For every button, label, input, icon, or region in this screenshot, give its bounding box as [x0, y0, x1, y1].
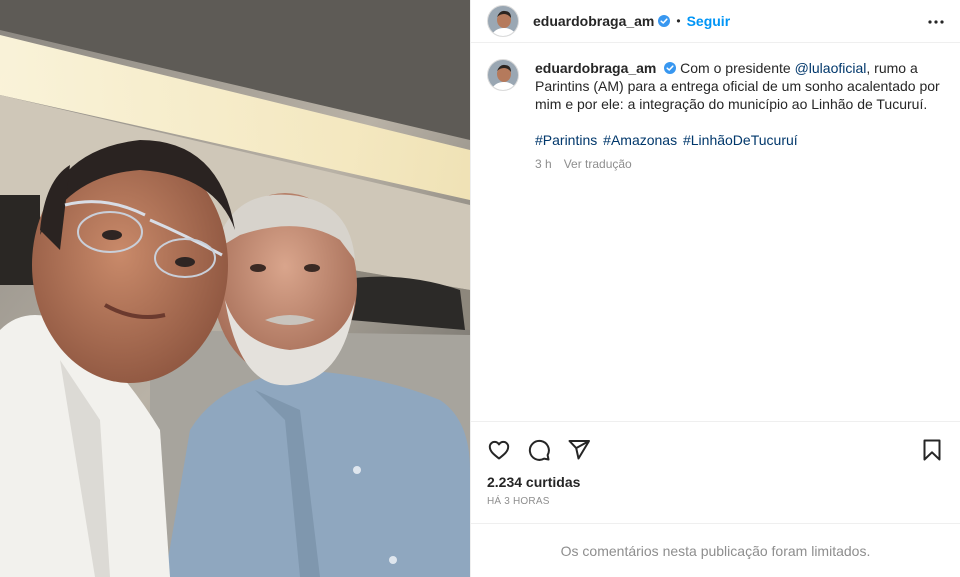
comments-limited-notice: Os comentários nesta publicação foram li… — [471, 523, 960, 577]
avatar-image — [488, 6, 518, 36]
caption-text: eduardobraga_am Com o presidente @lulaof… — [535, 59, 944, 113]
translate-link[interactable]: Ver tradução — [564, 157, 632, 171]
caption-area: eduardobraga_am Com o presidente @lulaof… — [471, 43, 960, 421]
hashtag-link[interactable]: #Amazonas — [603, 132, 677, 148]
post-header: eduardobraga_am • Seguir — [471, 0, 960, 43]
caption-mention-link[interactable]: @lulaoficial — [795, 60, 867, 76]
bookmark-icon[interactable] — [920, 430, 944, 470]
follow-button[interactable]: Seguir — [687, 13, 731, 29]
action-bar — [487, 430, 944, 470]
caption-text-before-mention: Com o presidente — [680, 60, 795, 76]
author-username[interactable]: eduardobraga_am — [533, 13, 654, 29]
share-icon[interactable] — [567, 430, 607, 470]
caption-hashtags: #Parintins #Amazonas #LinhãoDeTucuruí — [535, 131, 944, 149]
caption-avatar-image — [488, 60, 518, 90]
avatar[interactable] — [487, 5, 519, 37]
caption-meta: 3 h Ver tradução — [535, 157, 944, 171]
hashtag-link[interactable]: #Parintins — [535, 132, 597, 148]
caption-age[interactable]: 3 h — [535, 157, 552, 171]
hashtag-link[interactable]: #LinhãoDeTucuruí — [683, 132, 798, 148]
separator-dot: • — [676, 14, 681, 28]
actions-section: 2.234 curtidas HÁ 3 HORAS — [471, 421, 960, 523]
post-side-panel: eduardobraga_am • Seguir eduardobraga_am… — [470, 0, 960, 577]
post-photo[interactable] — [0, 0, 470, 577]
caption-username[interactable]: eduardobraga_am — [535, 60, 656, 76]
heart-icon[interactable] — [487, 430, 527, 470]
post-timestamp[interactable]: HÁ 3 HORAS — [487, 496, 944, 507]
caption-verified-badge-icon — [664, 62, 677, 74]
likes-count[interactable]: 2.234 curtidas — [487, 474, 944, 490]
more-options-icon[interactable] — [926, 12, 946, 32]
verified-badge-icon — [658, 15, 671, 27]
selfie-photo-illustration — [0, 0, 470, 577]
comment-icon[interactable] — [527, 430, 567, 470]
caption-avatar[interactable] — [487, 59, 519, 91]
instagram-post: eduardobraga_am • Seguir eduardobraga_am… — [0, 0, 960, 577]
caption-body: eduardobraga_am Com o presidente @lulaof… — [535, 59, 944, 171]
caption: eduardobraga_am Com o presidente @lulaof… — [487, 59, 944, 171]
